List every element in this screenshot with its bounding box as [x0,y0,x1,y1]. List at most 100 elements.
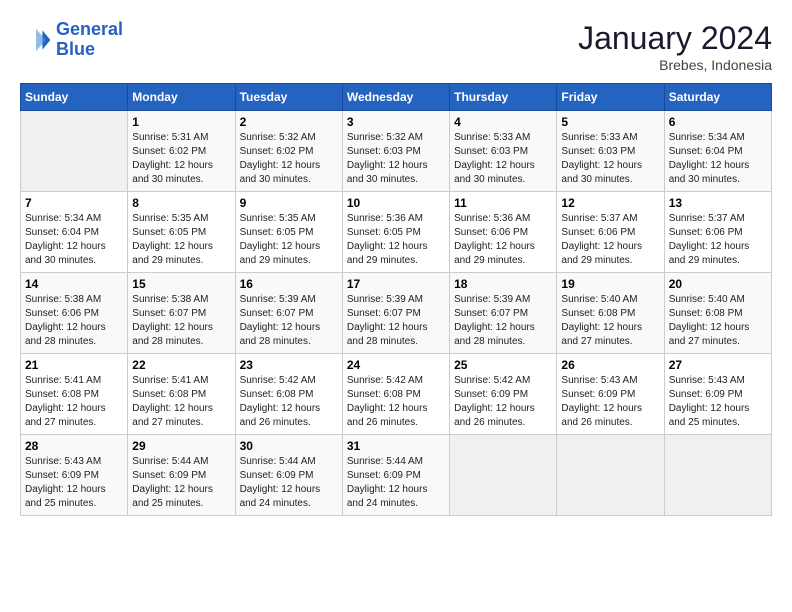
calendar-cell: 2Sunrise: 5:32 AMSunset: 6:02 PMDaylight… [235,111,342,192]
day-number: 22 [132,358,230,372]
day-number: 9 [240,196,338,210]
calendar-cell: 30 Sunrise: 5:44 AMSunset: 6:09 PMDayligh… [235,435,342,516]
calendar-cell: 25 Sunrise: 5:42 AMSunset: 6:09 PMDayligh… [450,354,557,435]
day-number: 28 [25,439,123,453]
day-number: 25 [454,358,552,372]
day-number: 5 [561,115,659,129]
calendar-cell: 29 Sunrise: 5:44 AMSunset: 6:09 PMDayligh… [128,435,235,516]
day-number: 7 [25,196,123,210]
weekday-header-cell: Monday [128,84,235,111]
calendar-cell: 13Sunrise: 5:37 AMSunset: 6:06 PMDayligh… [664,192,771,273]
month-year: January 2024 [578,20,772,57]
day-number: 21 [25,358,123,372]
day-number: 14 [25,277,123,291]
day-number: 31 [347,439,445,453]
calendar-cell: 8 Sunrise: 5:35 AMSunset: 6:05 PMDaylight… [128,192,235,273]
calendar-table: SundayMondayTuesdayWednesdayThursdayFrid… [20,83,772,516]
calendar-cell: 17 Sunrise: 5:39 AMSunset: 6:07 PMDayligh… [342,273,449,354]
calendar-cell: 6 Sunrise: 5:34 AMSunset: 6:04 PMDaylight… [664,111,771,192]
weekday-header-cell: Tuesday [235,84,342,111]
calendar-cell: 26 Sunrise: 5:43 AMSunset: 6:09 PMDayligh… [557,354,664,435]
day-info: Sunrise: 5:37 AMSunset: 6:06 PMDaylight:… [669,212,767,268]
weekday-header-cell: Friday [557,84,664,111]
day-info: Sunrise: 5:33 AMSunset: 6:03 PMDaylight:… [454,131,552,187]
calendar-week-row: 7 Sunrise: 5:34 AMSunset: 6:04 PMDaylight… [21,192,772,273]
day-info: Sunrise: 5:32 AMSunset: 6:03 PMDaylight:… [347,131,445,187]
day-number: 29 [132,439,230,453]
calendar-week-row: 14 Sunrise: 5:38 AMSunset: 6:06 PMDayligh… [21,273,772,354]
day-number: 4 [454,115,552,129]
calendar-cell: 5Sunrise: 5:33 AMSunset: 6:03 PMDaylight… [557,111,664,192]
calendar-cell: 3 Sunrise: 5:32 AMSunset: 6:03 PMDaylight… [342,111,449,192]
weekday-header-cell: Wednesday [342,84,449,111]
calendar-cell: 24 Sunrise: 5:42 AMSunset: 6:08 PMDayligh… [342,354,449,435]
day-info: Sunrise: 5:43 AMSunset: 6:09 PMDaylight:… [669,374,767,430]
day-number: 24 [347,358,445,372]
day-number: 19 [561,277,659,291]
day-number: 10 [347,196,445,210]
day-info: Sunrise: 5:42 AMSunset: 6:09 PMDaylight:… [454,374,552,430]
day-number: 20 [669,277,767,291]
calendar-cell: 27Sunrise: 5:43 AMSunset: 6:09 PMDayligh… [664,354,771,435]
page-header: General Blue January 2024 Brebes, Indone… [20,20,772,73]
calendar-week-row: 28 Sunrise: 5:43 AMSunset: 6:09 PMDayligh… [21,435,772,516]
calendar-week-row: 1Sunrise: 5:31 AMSunset: 6:02 PMDaylight… [21,111,772,192]
day-info: Sunrise: 5:38 AMSunset: 6:06 PMDaylight:… [25,293,123,349]
day-info: Sunrise: 5:42 AMSunset: 6:08 PMDaylight:… [240,374,338,430]
day-number: 6 [669,115,767,129]
day-number: 18 [454,277,552,291]
day-info: Sunrise: 5:44 AMSunset: 6:09 PMDaylight:… [132,455,230,511]
day-number: 8 [132,196,230,210]
calendar-cell: 31Sunrise: 5:44 AMSunset: 6:09 PMDayligh… [342,435,449,516]
location: Brebes, Indonesia [578,57,772,73]
calendar-cell: 16Sunrise: 5:39 AMSunset: 6:07 PMDayligh… [235,273,342,354]
logo-icon [20,24,52,56]
title-block: January 2024 Brebes, Indonesia [578,20,772,73]
calendar-cell: 28 Sunrise: 5:43 AMSunset: 6:09 PMDayligh… [21,435,128,516]
calendar-cell: 19 Sunrise: 5:40 AMSunset: 6:08 PMDayligh… [557,273,664,354]
day-info: Sunrise: 5:38 AMSunset: 6:07 PMDaylight:… [132,293,230,349]
day-number: 30 [240,439,338,453]
calendar-cell: 9Sunrise: 5:35 AMSunset: 6:05 PMDaylight… [235,192,342,273]
day-number: 26 [561,358,659,372]
day-number: 12 [561,196,659,210]
day-info: Sunrise: 5:40 AMSunset: 6:08 PMDaylight:… [669,293,767,349]
day-info: Sunrise: 5:43 AMSunset: 6:09 PMDaylight:… [25,455,123,511]
calendar-week-row: 21 Sunrise: 5:41 AMSunset: 6:08 PMDayligh… [21,354,772,435]
day-info: Sunrise: 5:36 AMSunset: 6:05 PMDaylight:… [347,212,445,268]
day-number: 11 [454,196,552,210]
weekday-header-cell: Saturday [664,84,771,111]
calendar-cell: 12 Sunrise: 5:37 AMSunset: 6:06 PMDayligh… [557,192,664,273]
day-number: 17 [347,277,445,291]
day-info: Sunrise: 5:42 AMSunset: 6:08 PMDaylight:… [347,374,445,430]
day-info: Sunrise: 5:31 AMSunset: 6:02 PMDaylight:… [132,131,230,187]
calendar-cell [557,435,664,516]
calendar-cell: 22 Sunrise: 5:41 AMSunset: 6:08 PMDayligh… [128,354,235,435]
calendar-cell [664,435,771,516]
day-info: Sunrise: 5:39 AMSunset: 6:07 PMDaylight:… [240,293,338,349]
day-number: 3 [347,115,445,129]
day-info: Sunrise: 5:35 AMSunset: 6:05 PMDaylight:… [132,212,230,268]
day-info: Sunrise: 5:44 AMSunset: 6:09 PMDaylight:… [240,455,338,511]
calendar-cell: 1Sunrise: 5:31 AMSunset: 6:02 PMDaylight… [128,111,235,192]
logo: General Blue [20,20,123,60]
calendar-cell [450,435,557,516]
weekday-header-cell: Sunday [21,84,128,111]
day-info: Sunrise: 5:39 AMSunset: 6:07 PMDaylight:… [347,293,445,349]
day-info: Sunrise: 5:39 AMSunset: 6:07 PMDaylight:… [454,293,552,349]
day-info: Sunrise: 5:41 AMSunset: 6:08 PMDaylight:… [25,374,123,430]
day-info: Sunrise: 5:32 AMSunset: 6:02 PMDaylight:… [240,131,338,187]
calendar-cell: 14 Sunrise: 5:38 AMSunset: 6:06 PMDayligh… [21,273,128,354]
day-info: Sunrise: 5:43 AMSunset: 6:09 PMDaylight:… [561,374,659,430]
day-info: Sunrise: 5:34 AMSunset: 6:04 PMDaylight:… [25,212,123,268]
day-info: Sunrise: 5:37 AMSunset: 6:06 PMDaylight:… [561,212,659,268]
calendar-cell: 11 Sunrise: 5:36 AMSunset: 6:06 PMDayligh… [450,192,557,273]
calendar-cell: 18 Sunrise: 5:39 AMSunset: 6:07 PMDayligh… [450,273,557,354]
day-info: Sunrise: 5:40 AMSunset: 6:08 PMDaylight:… [561,293,659,349]
calendar-cell: 15Sunrise: 5:38 AMSunset: 6:07 PMDayligh… [128,273,235,354]
weekday-header-row: SundayMondayTuesdayWednesdayThursdayFrid… [21,84,772,111]
day-info: Sunrise: 5:41 AMSunset: 6:08 PMDaylight:… [132,374,230,430]
day-info: Sunrise: 5:34 AMSunset: 6:04 PMDaylight:… [669,131,767,187]
day-info: Sunrise: 5:36 AMSunset: 6:06 PMDaylight:… [454,212,552,268]
calendar-cell: 4 Sunrise: 5:33 AMSunset: 6:03 PMDaylight… [450,111,557,192]
